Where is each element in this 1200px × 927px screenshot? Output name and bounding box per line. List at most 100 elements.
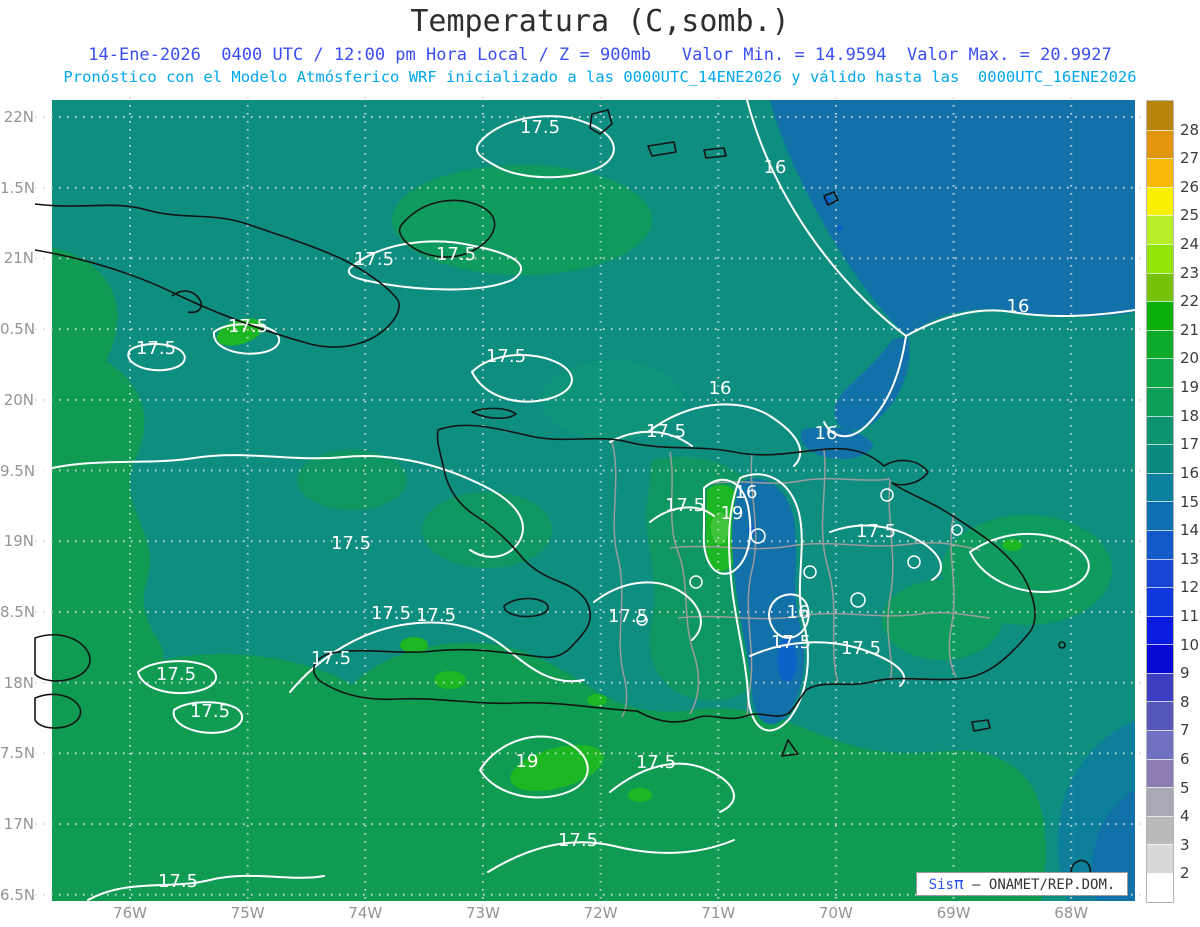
y-tick-label: 17N [3,815,34,834]
map-canvas: 17.51617.5 17.51617.517.5 17.51617.5 1617.5… [34,97,1150,909]
contour-label: 17.5 [608,606,648,627]
contour-label: 16 [709,378,732,399]
subtitle-model-info: Pronóstico con el Modelo Atmósferico WRF… [63,68,1137,86]
map-plot-area: 17.5 16 17.5 17.5 16 17.5 17.5 17.5 16 17.5 16 17.5… [34,97,1150,909]
contour-label: 17.5 [558,830,598,851]
colorbar-segment [1147,730,1173,759]
colorbar-tick-label: 25 [1180,206,1200,225]
contour-label: 17.5 [190,701,230,722]
branding-sis: Sis [928,877,954,893]
colorbar-tick-label: 2 [1180,864,1190,883]
colorbar-tick-label: 23 [1180,263,1200,282]
x-tick-label: 76W [113,904,147,922]
colorbar-segment [1147,787,1173,816]
y-tick-label: 1.5N [0,178,36,197]
colorbar-tick-label: 13 [1180,549,1200,568]
colorbar-segment [1147,615,1173,645]
colorbar-tick-label: 21 [1180,320,1200,339]
colorbar-segment [1147,158,1173,187]
colorbar-segment [1147,301,1173,330]
colorbar-tick-label: 22 [1180,292,1200,311]
colorbar-segment [1147,243,1173,273]
colorbar-segment [1147,386,1173,416]
x-tick-label: 73W [465,904,500,922]
colorbar-tick-label: 3 [1180,835,1190,854]
contour-label: 16 [764,157,787,178]
contour-label: 17.5 [486,346,526,367]
colorbar-segment [1147,472,1173,502]
contour-label: 17.5 [841,638,881,659]
x-tick-label: 74W [348,904,383,922]
colorbar-segment [1147,358,1173,387]
temperature-fill-field [52,100,1135,901]
contour-label: 19 [516,751,539,772]
colorbar-tick-label: 17 [1180,435,1200,454]
colorbar-segment [1147,444,1173,473]
contour-label: 17.5 [416,605,456,626]
colorbar-tick-label: 8 [1180,692,1190,711]
colorbar-segment [1147,701,1173,731]
contour-label: 17.5 [665,495,705,516]
contour-label: 17.5 [520,117,560,138]
y-tick-label: 19N [3,532,34,551]
contour-label: 16 [815,423,838,444]
colorbar-segment [1147,844,1173,874]
colorbar-tick-label: 26 [1180,177,1200,196]
y-tick-label: 20N [3,390,34,409]
y-tick-label: 22N [3,108,34,126]
colorbar-tick-label: 10 [1180,635,1200,654]
colorbar-tick-label: 11 [1180,606,1200,625]
colorbar-legend [1146,100,1174,903]
contour-label: 17.5 [331,533,371,554]
colorbar-segment [1147,815,1173,845]
colorbar-tick-label: 16 [1180,463,1200,482]
subtitle-validtime: 14-Ene-2026 0400 UTC / 12:00 pm Hora Loc… [88,45,1112,65]
colorbar-segment [1147,873,1173,902]
contour-label: 17.5 [311,648,351,669]
colorbar-segment [1147,415,1173,445]
colorbar-tick-label: 6 [1180,749,1190,768]
colorbar-segment [1147,529,1173,559]
x-tick-label: 71W [701,904,736,922]
contour-label: 19 [721,503,744,524]
x-tick-label: 68W [1054,904,1089,922]
contour-label: 17.5 [436,244,476,265]
y-tick-label: 18N [3,673,34,692]
contour-label: 17.5 [371,603,411,624]
y-tick-label: 0.5N [0,320,36,339]
contour-label: 16 [735,482,758,503]
colorbar-segment [1147,644,1173,673]
contour-label: 17.5 [646,421,686,442]
colorbar-segment [1147,101,1173,130]
x-tick-label: 69W [936,904,971,922]
colorbar-tick-label: 20 [1180,349,1200,368]
x-tick-label: 75W [230,904,265,922]
y-tick-label: 7.5N [0,744,36,763]
contour-label: 17.5 [354,249,394,270]
colorbar-tick-label: 5 [1180,778,1190,797]
contour-label: 17.5 [636,752,676,773]
colorbar-tick-label: 4 [1180,807,1190,826]
colorbar-tick-label: 19 [1180,378,1200,397]
colorbar-segment [1147,501,1173,530]
colorbar-tick-label: 28 [1180,120,1200,139]
colorbar-segment [1147,329,1173,359]
colorbar-tick-label: 27 [1180,149,1200,168]
x-tick-label: 72W [583,904,618,922]
branding-pi-logo: π [953,874,964,893]
contour-label: 16 [1007,296,1030,317]
contour-label: 17.5 [156,664,196,685]
colorbar-tick-label: 15 [1180,492,1200,511]
colorbar-tick-label: 7 [1180,721,1190,740]
colorbar-segment [1147,587,1173,616]
colorbar-tick-label: 24 [1180,235,1200,254]
colorbar-tick-label: 14 [1180,521,1200,540]
branding-box: Sisπ – ONAMET/REP.DOM. [916,872,1128,896]
y-tick-label: 9.5N [0,461,36,480]
colorbar-segment [1147,758,1173,788]
colorbar-segment [1147,558,1173,588]
colorbar-segment [1147,215,1173,244]
branding-agency: – ONAMET/REP.DOM. [963,877,1116,893]
contour-label: 17.5 [228,316,268,337]
contour-label: 17.5 [771,632,811,653]
